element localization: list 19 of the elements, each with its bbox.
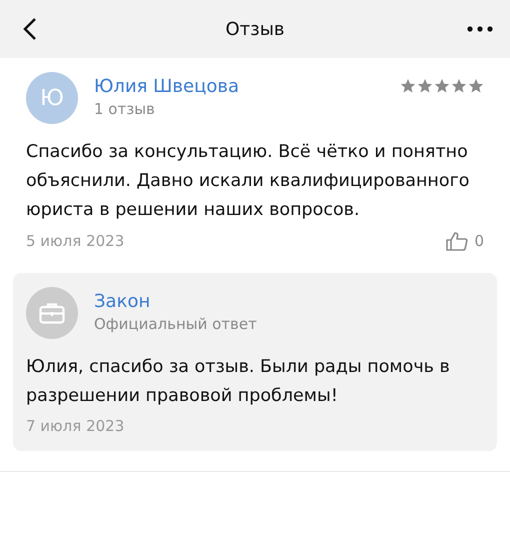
like-button[interactable]: 0 [446, 231, 484, 251]
reply-date: 7 июля 2023 [26, 417, 124, 435]
author-name[interactable]: Юлия Швецова [94, 76, 384, 97]
avatar: Ю [26, 72, 78, 124]
star-icon [400, 78, 416, 94]
star-icon [434, 78, 450, 94]
review-date: 5 июля 2023 [26, 232, 124, 250]
more-icon [467, 26, 493, 32]
company-name[interactable]: Закон [94, 291, 484, 312]
page-title: Отзыв [224, 18, 286, 40]
reply-label: Официальный ответ [94, 315, 258, 333]
back-icon [23, 17, 37, 41]
reply-text: Юлия, спасибо за отзыв. Были рады помочь в разрешении правовой проблемы! [26, 356, 451, 408]
star-icon [417, 78, 433, 94]
review-text: Спасибо за консультацию. Всё чётко и понятно объяснили. Давно искали квалифицированного юриста в решении наших вопросов. [26, 141, 470, 222]
briefcase-icon [39, 302, 65, 324]
review-count: 1 отзыв [94, 100, 156, 118]
star-icon [451, 78, 467, 94]
star-icon [468, 78, 484, 94]
